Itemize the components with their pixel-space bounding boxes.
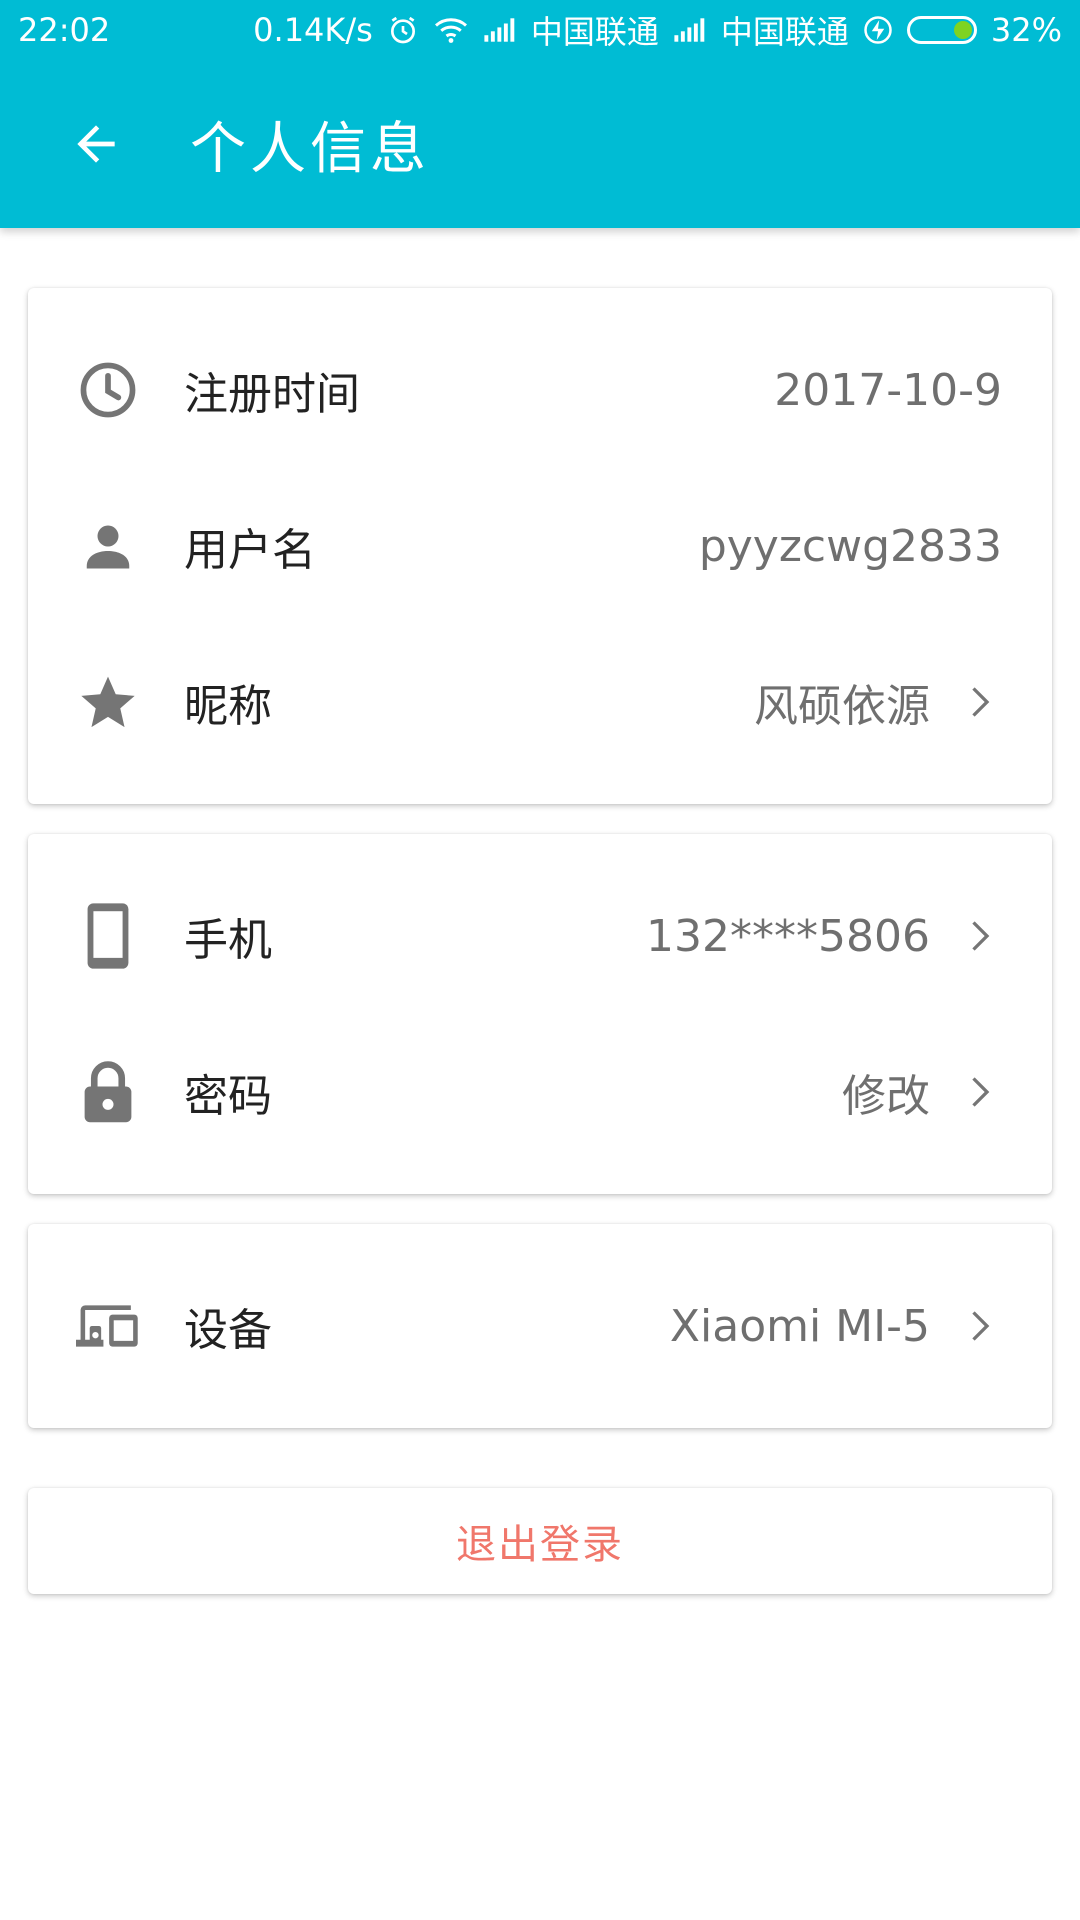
status-bar: 22:02 0.14K/s 中国联通 中国联通 32% [0,0,1080,60]
password-value: 修改 [842,1071,930,1122]
charging-icon [863,15,893,45]
toolbar: 个人信息 [0,60,1080,228]
lock-icon [76,1060,140,1124]
chevron-right-icon [958,1306,998,1346]
row-register-time: 注册时间 2017-10-9 [28,312,1052,468]
back-button[interactable] [48,96,144,192]
person-icon [76,514,140,578]
register-time-label: 注册时间 [184,369,360,420]
device-label: 设备 [184,1305,272,1356]
clock-icon [76,358,140,422]
carrier-2: 中国联通 [720,13,849,51]
star-icon [76,670,140,734]
arrow-back-icon [77,125,115,163]
device-value: Xiaomi MI-5 [669,1300,930,1352]
alarm-icon [387,14,419,46]
row-phone[interactable]: 手机 132****5806 [28,858,1052,1014]
register-time-value: 2017-10-9 [774,364,1002,416]
status-right: 0.14K/s 中国联通 中国联通 32% [253,7,1062,53]
battery-icon [906,16,977,44]
status-time: 22:02 [18,11,111,49]
nickname-value: 风硕依源 [754,681,930,732]
row-password[interactable]: 密码 修改 [28,1014,1052,1170]
phone-icon [76,903,140,969]
carrier-1: 中国联通 [530,13,659,51]
signal-icon-2 [673,17,707,43]
chevron-right-icon [958,916,998,956]
wifi-icon [433,15,469,45]
page-title: 个人信息 [190,116,430,182]
chevron-right-icon [958,682,998,722]
row-device[interactable]: 设备 Xiaomi MI-5 [28,1248,1052,1404]
username-value: pyyzcwg2833 [698,520,1002,572]
signal-icon-1 [483,17,517,43]
app-bar: 22:02 0.14K/s 中国联通 中国联通 32% 个人信息 [0,0,1080,228]
logout-button[interactable]: 退出登录 [28,1488,1052,1594]
nickname-label: 昵称 [184,681,272,732]
battery-percent: 32% [990,11,1062,49]
chevron-right-icon [958,1072,998,1112]
net-speed: 0.14K/s [253,11,373,49]
row-username: 用户名 pyyzcwg2833 [28,468,1052,624]
phone-value: 132****5806 [646,910,930,962]
username-label: 用户名 [184,525,316,576]
devices-icon [76,1294,140,1358]
phone-label: 手机 [184,915,272,966]
password-label: 密码 [184,1071,272,1122]
row-nickname[interactable]: 昵称 风硕依源 [28,624,1052,780]
